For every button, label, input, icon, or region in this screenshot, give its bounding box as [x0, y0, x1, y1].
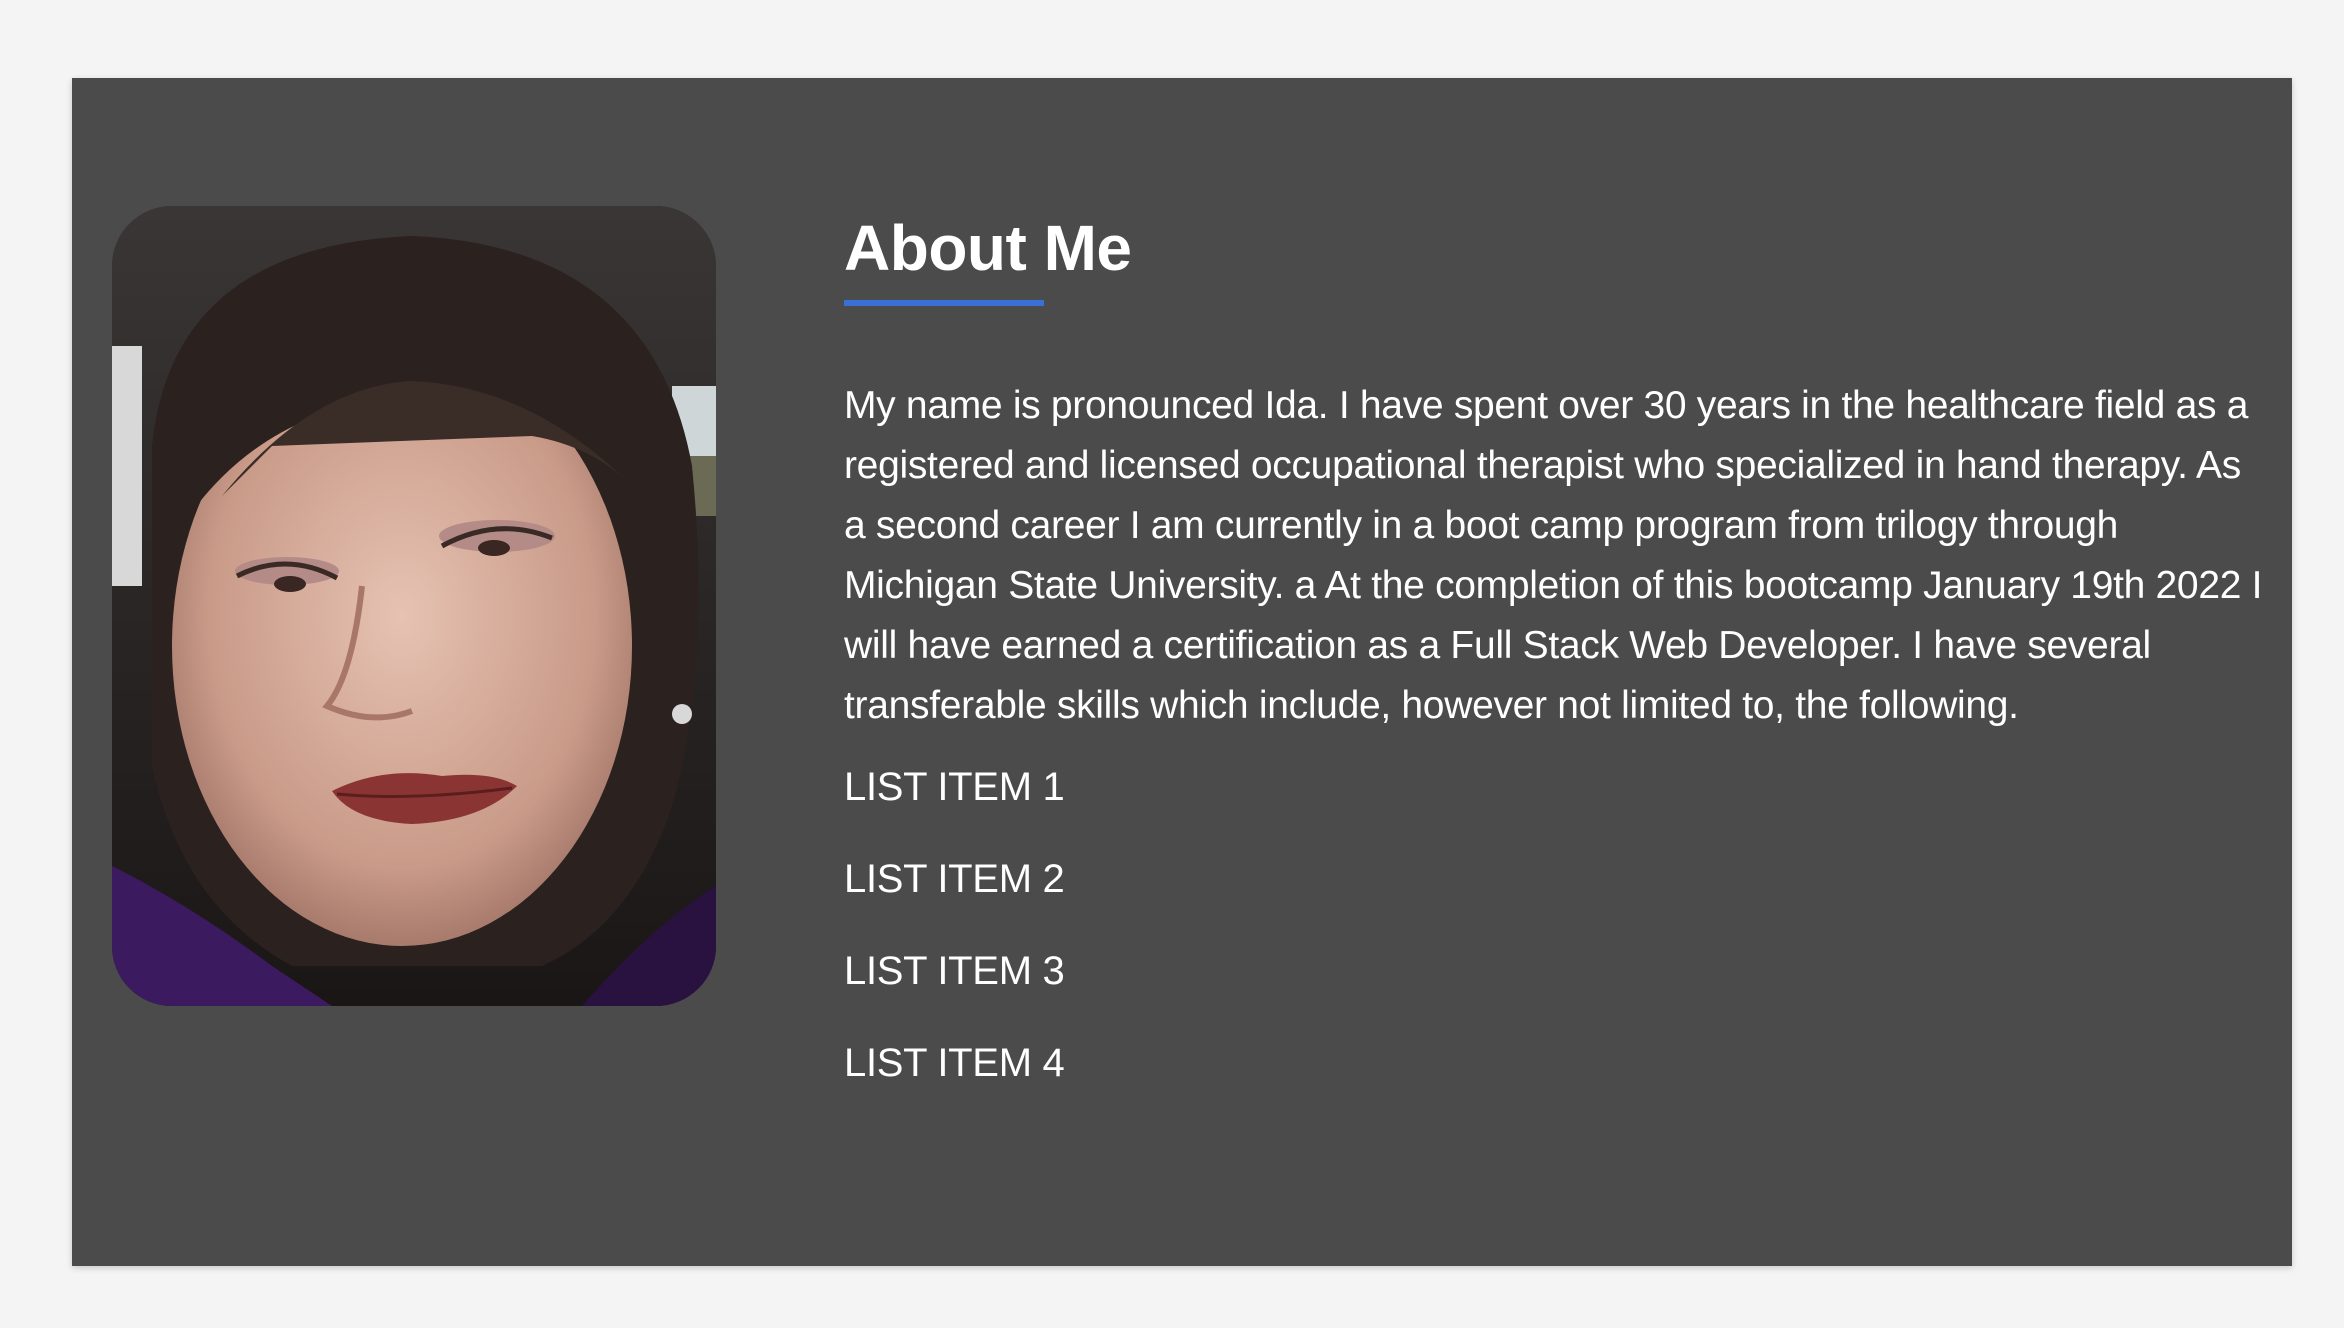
title-underline [844, 300, 1044, 306]
list-item: LIST ITEM 3 [844, 949, 1065, 993]
bio-paragraph: My name is pronounced Ida. I have spent … [844, 384, 2263, 727]
about-section: About Me My name is pronounced Ida. I ha… [72, 78, 2292, 1266]
list-item: LIST ITEM 2 [844, 857, 1065, 901]
skills-list: LIST ITEM 1 LIST ITEM 2 LIST ITEM 3 LIST… [844, 762, 1065, 1130]
list-item: LIST ITEM 4 [844, 1041, 1065, 1085]
profile-photo [112, 206, 716, 1006]
list-item: LIST ITEM 1 [844, 765, 1065, 809]
page-title: About Me [844, 212, 1132, 284]
